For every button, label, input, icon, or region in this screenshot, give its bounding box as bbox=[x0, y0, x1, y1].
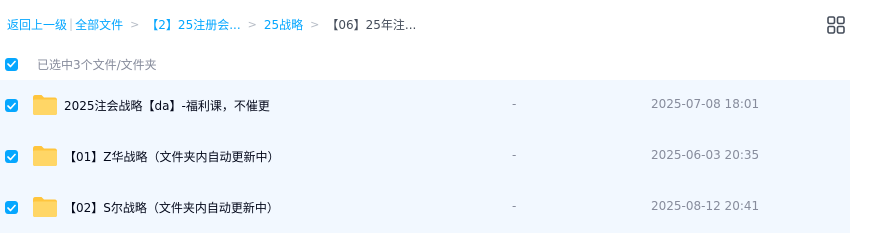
back-link[interactable]: 返回上一级 bbox=[7, 16, 67, 33]
selection-bar: 已选中3个文件/文件夹 bbox=[0, 53, 850, 75]
file-size: - bbox=[512, 148, 517, 162]
grid-view-icon[interactable] bbox=[827, 16, 845, 34]
file-modified-date: 2025-06-03 20:35 bbox=[651, 148, 760, 162]
row-checkbox[interactable] bbox=[5, 99, 18, 112]
breadcrumb-item-2[interactable]: 【2】25注册会... bbox=[146, 16, 240, 33]
breadcrumb-separator: > bbox=[247, 17, 257, 31]
check-icon bbox=[7, 153, 16, 160]
file-row[interactable]: 【02】S尔战略（文件夹内自动更新中） - 2025-08-12 20:41 bbox=[0, 182, 850, 233]
selection-count-label: 已选中3个文件/文件夹 bbox=[37, 57, 157, 72]
folder-icon bbox=[33, 197, 57, 217]
file-modified-date: 2025-08-12 20:41 bbox=[651, 199, 760, 213]
file-size: - bbox=[512, 199, 517, 213]
check-icon bbox=[7, 102, 16, 109]
file-name[interactable]: 【01】Z华战略（文件夹内自动更新中） bbox=[64, 148, 280, 165]
row-checkbox[interactable] bbox=[5, 150, 18, 163]
folder-icon bbox=[33, 95, 57, 115]
file-name[interactable]: 【02】S尔战略（文件夹内自动更新中） bbox=[64, 199, 279, 216]
breadcrumb: 返回上一级 | 全部文件 > 【2】25注册会... > 25战略 > 【06】… bbox=[7, 14, 416, 34]
breadcrumb-all-files[interactable]: 全部文件 bbox=[75, 16, 123, 33]
breadcrumb-current: 【06】25年注... bbox=[326, 17, 417, 32]
check-icon bbox=[7, 60, 16, 68]
breadcrumb-separator: > bbox=[310, 17, 320, 31]
file-browser: 返回上一级 | 全部文件 > 【2】25注册会... > 25战略 > 【06】… bbox=[0, 0, 871, 245]
folder-icon bbox=[33, 146, 57, 166]
breadcrumb-divider: | bbox=[69, 17, 74, 31]
file-row[interactable]: 【01】Z华战略（文件夹内自动更新中） - 2025-06-03 20:35 bbox=[0, 131, 850, 182]
row-checkbox[interactable] bbox=[5, 201, 18, 214]
breadcrumb-item-25-strategy[interactable]: 25战略 bbox=[264, 16, 303, 33]
check-icon bbox=[7, 204, 16, 211]
file-row[interactable]: 2025注会战略【da】-福利课，不催更 - 2025-07-08 18:01 bbox=[0, 80, 850, 131]
file-modified-date: 2025-07-08 18:01 bbox=[651, 97, 760, 111]
file-size: - bbox=[512, 97, 517, 111]
file-list: 2025注会战略【da】-福利课，不催更 - 2025-07-08 18:01 … bbox=[0, 80, 850, 233]
select-all-checkbox[interactable] bbox=[5, 57, 18, 71]
file-name[interactable]: 2025注会战略【da】-福利课，不催更 bbox=[64, 97, 270, 114]
breadcrumb-separator: > bbox=[130, 17, 140, 31]
